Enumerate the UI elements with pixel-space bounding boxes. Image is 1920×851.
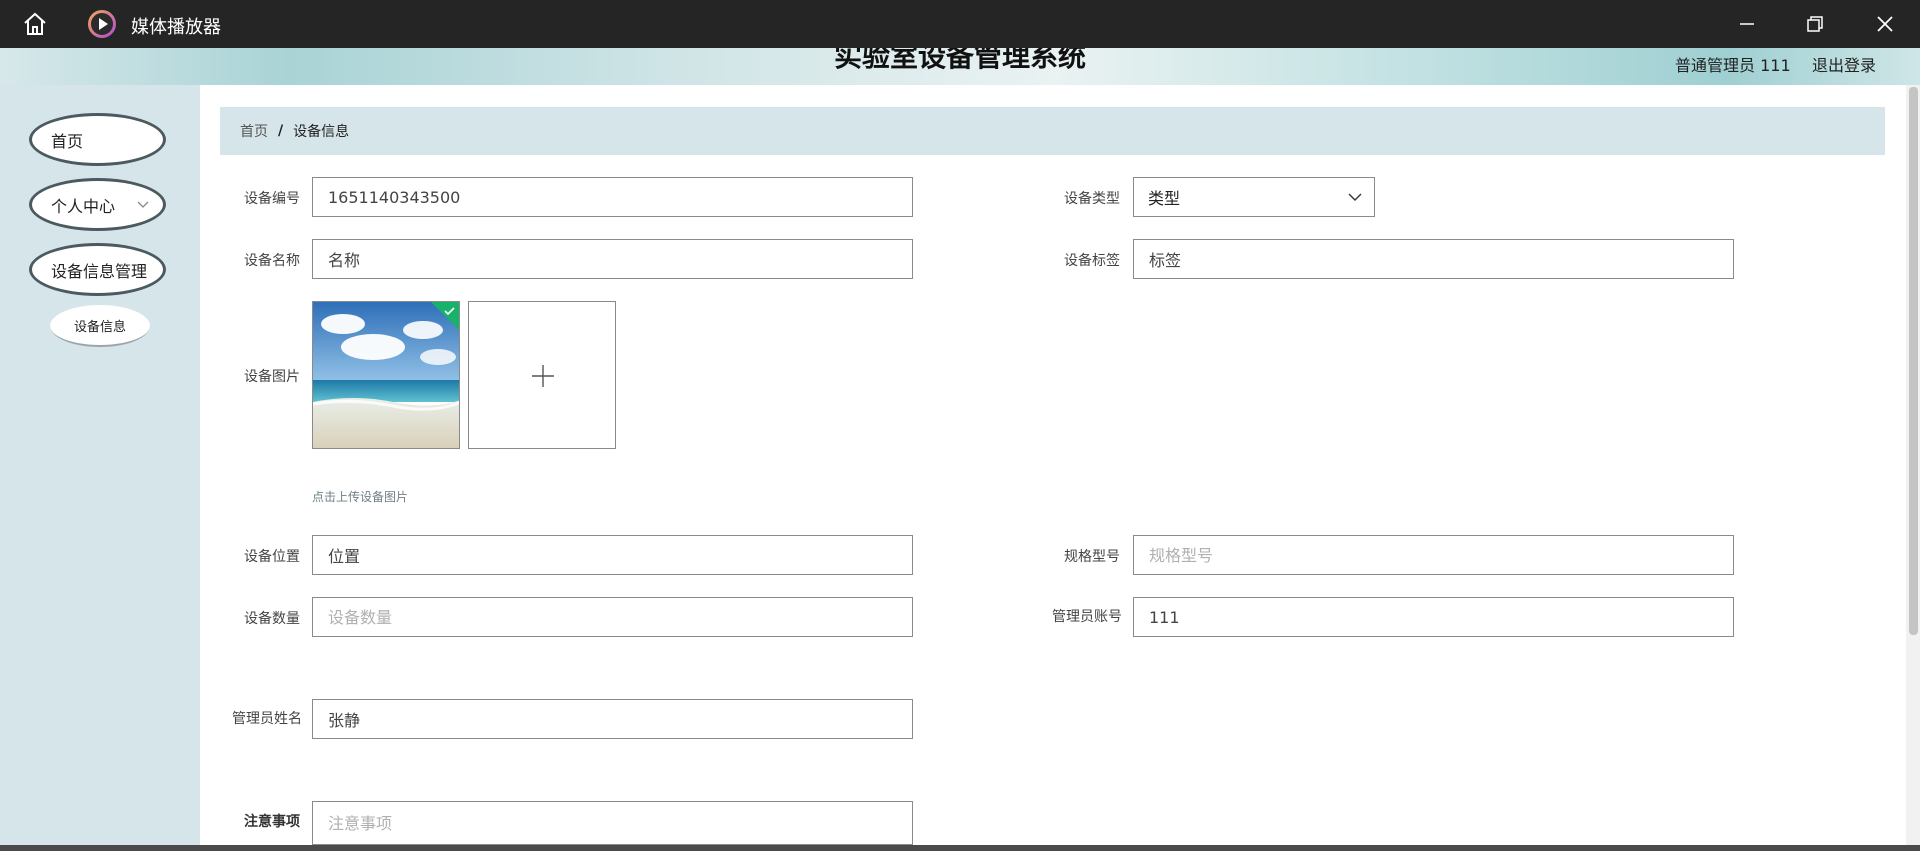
upload-image-button[interactable] — [468, 301, 616, 449]
upload-hint: 点击上传设备图片 — [312, 490, 409, 504]
device-type-label: 设备类型 — [1064, 191, 1120, 207]
window-titlebar: 媒体播放器 — [0, 0, 1920, 48]
device-location-label: 设备位置 — [244, 549, 300, 565]
admin-name-label: 管理员姓名 — [232, 711, 302, 727]
sidebar-item-home[interactable]: 首页 — [29, 113, 166, 166]
current-user: 普通管理员 111 — [1675, 56, 1791, 75]
app-header: 实验室设备管理系统 普通管理员 111 退出登录 — [0, 48, 1920, 85]
restore-icon[interactable] — [1801, 10, 1829, 38]
device-tag-input[interactable] — [1133, 239, 1734, 279]
sidebar-item-label: 首页 — [51, 131, 84, 151]
sidebar-item-device-management[interactable]: 设备信息管理 — [29, 243, 166, 296]
play-circle-icon — [88, 10, 116, 38]
scrollbar-thumb[interactable] — [1909, 87, 1918, 635]
app-title: 媒体播放器 — [131, 17, 221, 38]
device-name-input[interactable] — [312, 239, 913, 279]
notes-label: 注意事项 — [244, 814, 300, 830]
chevron-down-icon — [137, 201, 149, 208]
check-icon — [431, 302, 459, 330]
logout-link[interactable]: 退出登录 — [1812, 52, 1876, 76]
admin-name-input[interactable] — [312, 699, 913, 739]
bottom-edge — [0, 845, 1920, 851]
breadcrumb-home[interactable]: 首页 — [240, 121, 268, 141]
spec-model-label: 规格型号 — [1064, 549, 1120, 565]
system-title: 实验室设备管理系统 — [833, 48, 1086, 73]
sidebar-subitem-device-info[interactable]: 设备信息 — [50, 305, 150, 347]
notes-input[interactable] — [312, 801, 913, 845]
device-type-select[interactable]: 类型 — [1133, 177, 1375, 217]
sidebar-item-label: 设备信息管理 — [51, 261, 148, 281]
admin-account-input[interactable] — [1133, 597, 1734, 637]
minimize-icon[interactable] — [1733, 10, 1761, 38]
close-icon[interactable] — [1871, 10, 1899, 38]
sidebar-subitem-label: 设备信息 — [73, 319, 126, 335]
device-image-thumbnail[interactable] — [312, 301, 460, 449]
sidebar-item-label: 个人中心 — [51, 196, 116, 216]
device-no-label: 设备编号 — [244, 191, 300, 207]
admin-account-label: 管理员账号 — [1052, 609, 1122, 625]
device-quantity-input[interactable] — [312, 597, 913, 637]
home-icon[interactable] — [22, 12, 48, 36]
breadcrumb: 首页 / 设备信息 — [220, 107, 1885, 155]
device-tag-label: 设备标签 — [1064, 253, 1120, 269]
breadcrumb-separator: / — [278, 123, 284, 139]
breadcrumb-current: 设备信息 — [293, 124, 350, 140]
device-type-selected: 类型 — [1148, 189, 1181, 208]
plus-icon — [532, 365, 554, 387]
device-quantity-label: 设备数量 — [244, 611, 300, 627]
device-location-input[interactable] — [312, 535, 913, 575]
device-name-label: 设备名称 — [244, 253, 300, 269]
spec-model-input[interactable] — [1133, 535, 1734, 575]
sidebar-item-personal-center[interactable]: 个人中心 — [29, 178, 166, 231]
device-image-label: 设备图片 — [244, 369, 300, 385]
chevron-down-icon — [1348, 193, 1362, 201]
device-no-input[interactable] — [312, 177, 913, 217]
page-scrollbar[interactable] — [1906, 85, 1920, 851]
